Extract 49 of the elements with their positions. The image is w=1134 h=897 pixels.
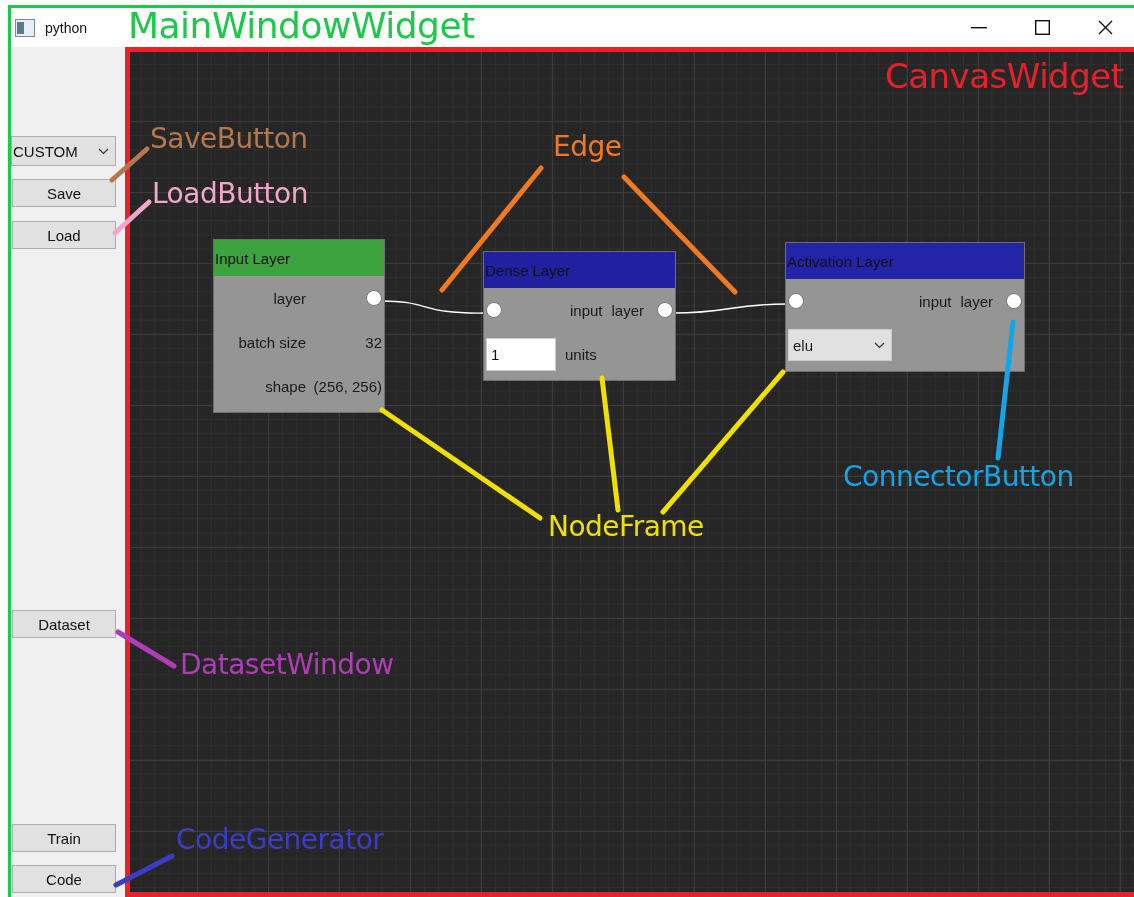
node-title: Activation Layer <box>786 243 1024 279</box>
annotation-label: Edge <box>553 133 622 161</box>
sidebar-button[interactable]: Train <box>12 824 116 852</box>
annotation-label: MainWindowWidget <box>128 8 475 44</box>
annotation-label: ConnectorButton <box>843 463 1074 491</box>
units-field[interactable]: 1 <box>486 337 556 371</box>
annotation-label: DatasetWindow <box>180 651 394 679</box>
annotation-label: NodeFrame <box>548 513 704 541</box>
leader-line <box>113 853 175 888</box>
chevron-icon <box>98 147 109 155</box>
port-label: input <box>569 301 603 319</box>
connector-button[interactable] <box>1006 293 1022 309</box>
activation-dropdown[interactable]: elu <box>788 329 892 361</box>
leader-line <box>115 629 177 669</box>
annotation-label: LoadButton <box>152 180 308 208</box>
leader-line <box>109 146 150 183</box>
port-label: layer <box>272 289 306 307</box>
sidebar-button[interactable]: Dataset <box>12 610 116 638</box>
leader-line <box>112 199 152 236</box>
field-label: shape <box>264 377 306 395</box>
port-label: input <box>918 292 952 310</box>
app-icon <box>15 18 35 37</box>
minimize-icon[interactable] <box>971 26 987 29</box>
node-frame[interactable]: Input Layer layer batch size 32 shape (256, 256) <box>213 239 385 413</box>
annotation-label: CodeGenerator <box>176 826 384 854</box>
sidebar-button[interactable]: Load <box>12 221 116 249</box>
sidebar-button[interactable]: Code <box>12 865 116 893</box>
field-value: 32 <box>365 333 382 351</box>
annotation-label: CanvasWidget <box>885 59 1124 93</box>
field-value: (256, 256) <box>313 377 382 395</box>
field-label: units <box>565 345 597 363</box>
connector-button[interactable] <box>657 302 673 318</box>
node-frame[interactable]: Dense Layer input layer 1 units <box>483 251 676 381</box>
connector-button[interactable] <box>486 302 502 318</box>
connector-button[interactable] <box>366 290 382 306</box>
node-title: Dense Layer <box>484 252 675 288</box>
window-title: python <box>45 19 88 36</box>
field-label: batch size <box>237 333 306 351</box>
preset-dropdown[interactable]: CUSTOM <box>11 136 116 166</box>
close-icon[interactable] <box>1098 20 1113 35</box>
maximize-icon[interactable] <box>1035 20 1050 35</box>
node-frame[interactable]: Activation Layer input layer elu <box>785 242 1025 372</box>
sidebar-button[interactable]: Save <box>12 179 116 207</box>
annotation-label: SaveButton <box>150 125 308 153</box>
node-title: Input Layer <box>214 240 384 276</box>
port-label: layer <box>960 292 993 310</box>
chevron-icon <box>874 341 885 349</box>
connector-button[interactable] <box>788 293 804 309</box>
port-label: layer <box>611 301 644 319</box>
